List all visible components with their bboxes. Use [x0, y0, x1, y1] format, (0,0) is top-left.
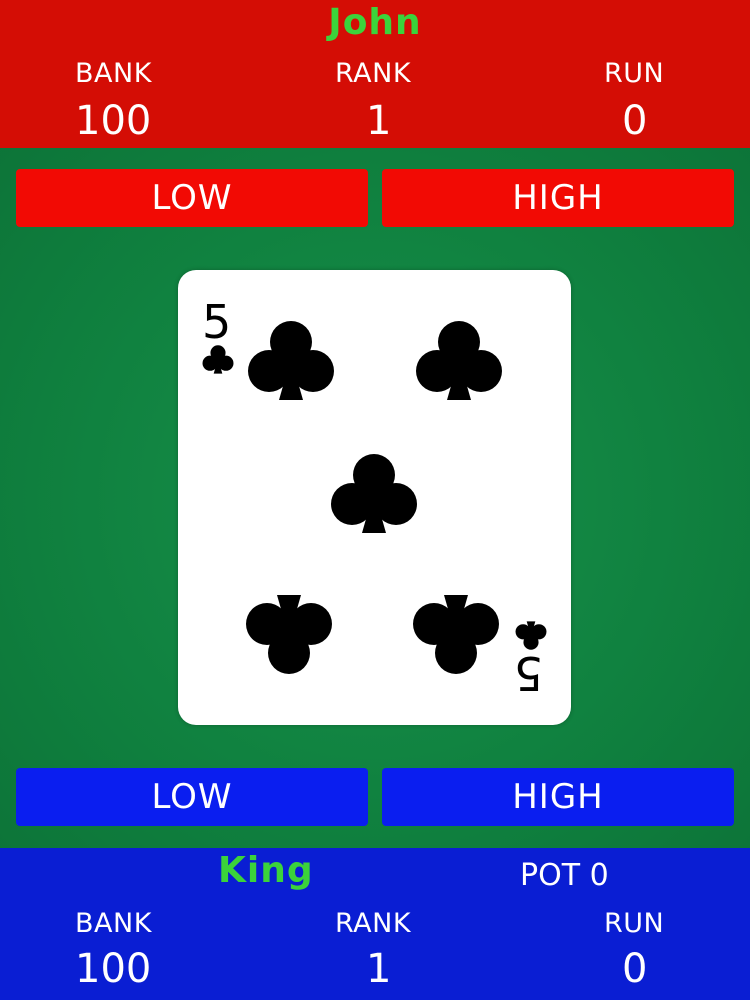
- bottom-player-name: King: [218, 850, 314, 891]
- card-face: 5 5: [202, 295, 547, 700]
- club-icon: [202, 345, 234, 374]
- club-icon: [248, 321, 334, 400]
- bottom-low-button-label: LOW: [151, 777, 233, 817]
- club-icon: [416, 321, 502, 400]
- playing-card-5-of-clubs: 5 5: [178, 270, 571, 725]
- top-rank-value: 1: [366, 98, 392, 144]
- top-low-button-label: LOW: [151, 178, 233, 218]
- card-rank-top-left: 5: [202, 295, 231, 349]
- top-rank-label: RANK: [335, 58, 412, 89]
- bottom-bank-value: 100: [75, 946, 152, 992]
- club-icon: [331, 454, 417, 533]
- top-bank-value: 100: [75, 98, 152, 144]
- game-table: John BANK 100 RANK 1 RUN 0 LOW HIGH 5 5 …: [0, 0, 750, 1000]
- top-run-value: 0: [622, 98, 648, 144]
- top-high-button[interactable]: HIGH: [382, 169, 734, 227]
- bottom-low-button[interactable]: LOW: [16, 768, 368, 826]
- top-low-button[interactable]: LOW: [16, 169, 368, 227]
- bottom-bank-label: BANK: [75, 908, 152, 939]
- bottom-high-button[interactable]: HIGH: [382, 768, 734, 826]
- club-icon: [515, 621, 547, 650]
- pot-display: POT 0: [520, 858, 609, 893]
- top-player-panel: John BANK 100 RANK 1 RUN 0: [0, 0, 750, 148]
- club-icon: [246, 595, 332, 674]
- bottom-rank-value: 1: [366, 946, 392, 992]
- bottom-run-value: 0: [622, 946, 648, 992]
- bottom-rank-label: RANK: [335, 908, 412, 939]
- top-high-button-label: HIGH: [512, 178, 604, 218]
- top-player-name: John: [328, 2, 422, 43]
- top-bank-label: BANK: [75, 58, 152, 89]
- club-icon: [413, 595, 499, 674]
- card-rank-bottom-right: 5: [514, 646, 543, 700]
- bottom-player-panel: King POT 0 BANK 100 RANK 1 RUN 0: [0, 848, 750, 1000]
- bottom-high-button-label: HIGH: [512, 777, 604, 817]
- bottom-run-label: RUN: [604, 908, 665, 939]
- top-run-label: RUN: [604, 58, 665, 89]
